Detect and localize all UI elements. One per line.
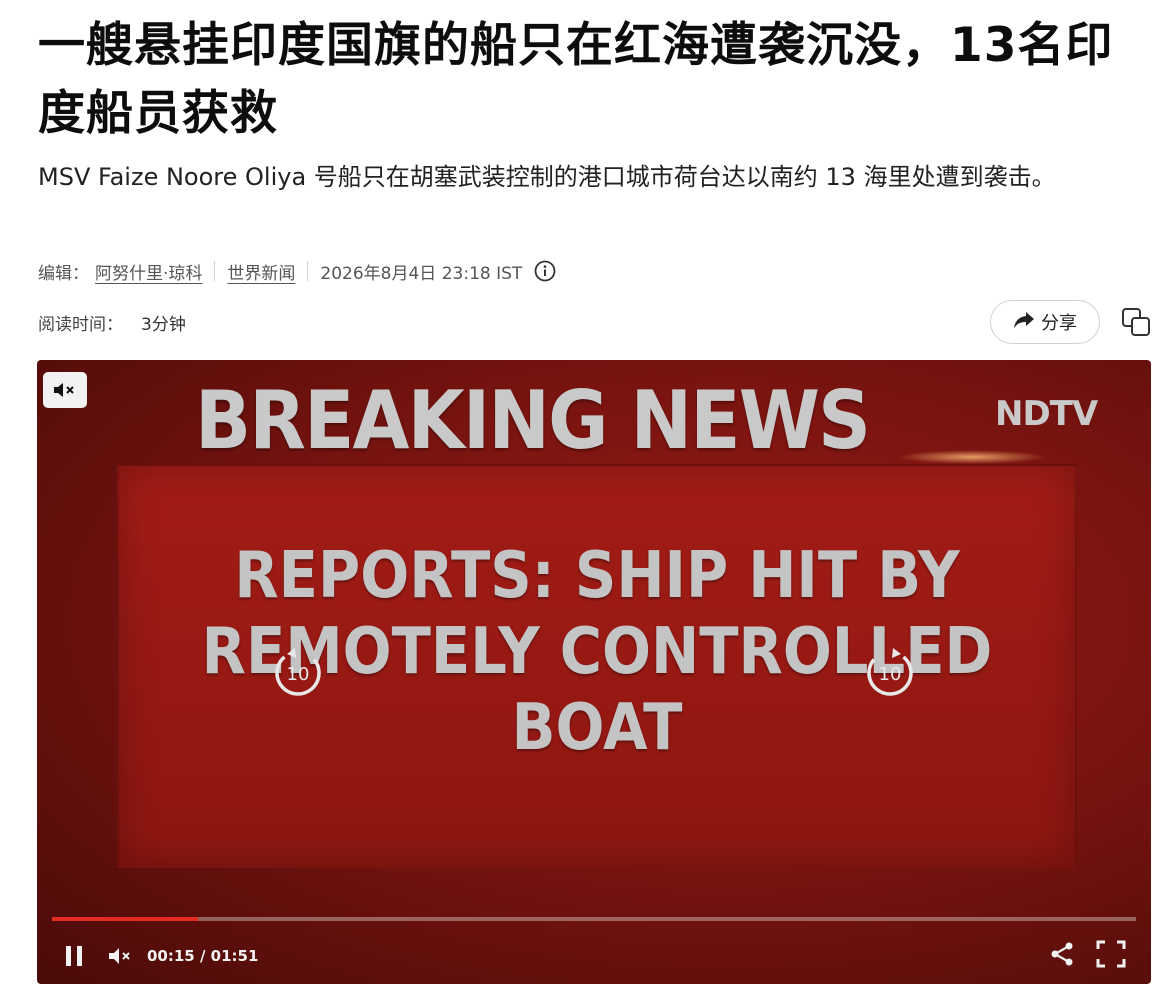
share-arrow-icon: [1013, 310, 1035, 335]
pause-button[interactable]: [59, 941, 89, 971]
video-breaking-news-title: BREAKING NEWS: [195, 374, 871, 467]
video-caption-line: REPORTS: SHIP HIT BY: [234, 539, 960, 613]
article-meta: 编辑： 阿努什里·琼科 世界新闻 2026年8月4日 23:18 IST: [38, 256, 556, 286]
category-link[interactable]: 世界新闻: [227, 259, 295, 284]
read-time: 阅读时间： 3分钟: [38, 307, 186, 337]
rewind-10-button[interactable]: 10: [271, 646, 325, 700]
copy-icon[interactable]: [1120, 306, 1152, 338]
mute-icon: [54, 383, 74, 397]
info-icon[interactable]: [534, 260, 556, 282]
video-caption-line: BOAT: [511, 691, 683, 765]
share-icon: [1051, 942, 1073, 966]
article-subtitle: MSV Faize Noore Oliya 号船只在胡塞武装控制的港口城市荷台达…: [38, 163, 1056, 191]
editor-name-link[interactable]: 阿努什里·琼科: [95, 259, 202, 284]
video-time: 00:15 / 01:51: [147, 947, 259, 965]
video-progress-bar[interactable]: [52, 917, 1136, 921]
share-button[interactable]: 分享: [990, 300, 1100, 344]
pause-icon: [66, 946, 82, 966]
video-light-glow: [897, 450, 1047, 464]
mute-toggle-button[interactable]: [43, 372, 87, 408]
rewind-seconds: 10: [286, 664, 310, 685]
ndtv-logo: NDTV: [995, 394, 1098, 434]
meta-divider: [214, 261, 216, 281]
meta-divider: [307, 261, 309, 281]
share-label: 分享: [1041, 313, 1077, 334]
mute-icon: [109, 948, 130, 964]
volume-button[interactable]: [105, 941, 137, 971]
article-headline: 一艘悬挂印度国旗的船只在红海遭袭沉没，13名印度船员获救: [38, 18, 1114, 141]
video-progress-fill: [52, 917, 199, 921]
fullscreen-button[interactable]: [1093, 937, 1129, 971]
read-time-value: 3分钟: [141, 314, 186, 335]
share-video-button[interactable]: [1047, 937, 1077, 971]
video-player[interactable]: BREAKING NEWS NDTV REPORTS: SHIP HIT BY …: [37, 360, 1151, 984]
editor-label: 编辑：: [38, 263, 89, 284]
forward-10-button[interactable]: 10: [863, 646, 917, 700]
publish-date: 2026年8月4日 23:18 IST: [320, 263, 523, 284]
forward-seconds: 10: [878, 664, 902, 685]
read-time-label: 阅读时间：: [38, 314, 123, 335]
fullscreen-icon: [1096, 940, 1126, 968]
video-controls: 00:15 / 01:51: [37, 935, 1151, 975]
